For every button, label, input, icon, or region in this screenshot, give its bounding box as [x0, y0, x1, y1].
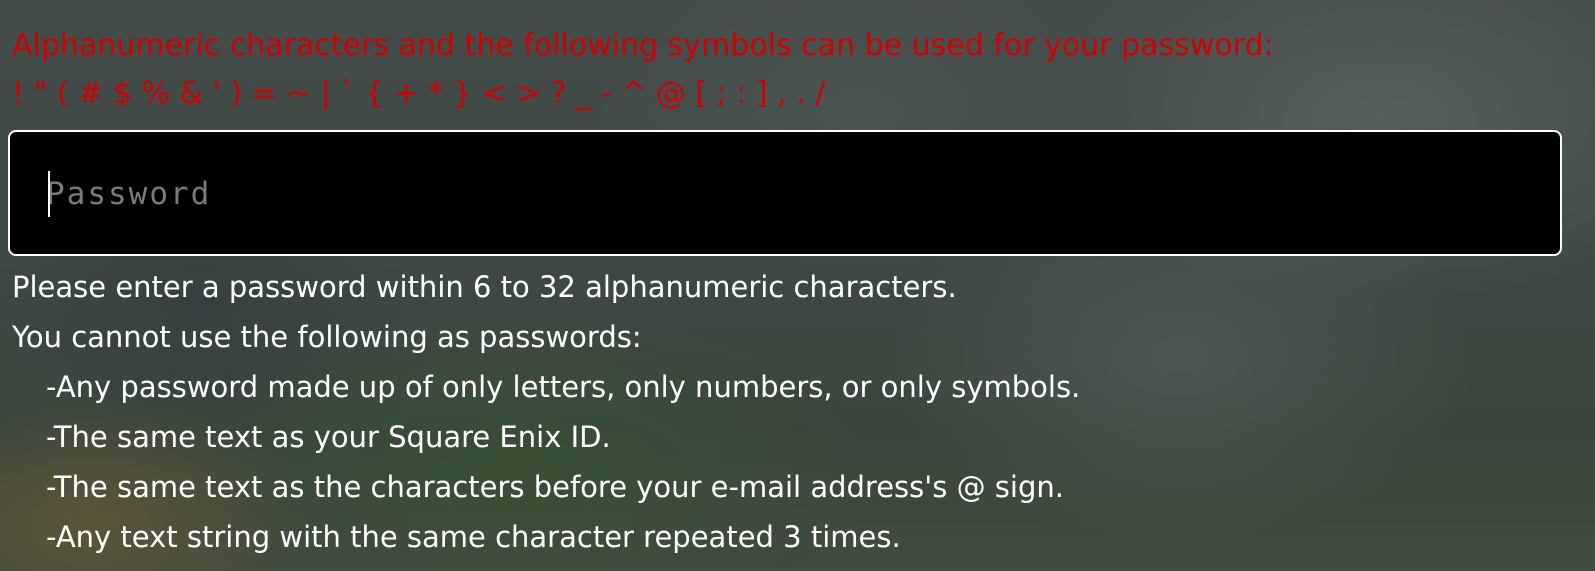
password-form: Alphanumeric characters and the followin… — [0, 0, 1595, 571]
length-requirement: Please enter a password within 6 to 32 a… — [12, 270, 957, 304]
rule-item: -The same text as the characters before … — [46, 470, 1064, 504]
password-field-container[interactable] — [8, 130, 1562, 256]
allowed-characters-notice: Alphanumeric characters and the followin… — [12, 22, 1274, 118]
allowed-characters-text: Alphanumeric characters and the followin… — [12, 28, 1274, 63]
text-cursor — [48, 171, 50, 217]
cannot-use-heading: You cannot use the following as password… — [12, 320, 642, 354]
password-input[interactable] — [46, 168, 1526, 220]
rule-item: -Any password made up of only letters, o… — [46, 370, 1081, 404]
rule-item: -The same text as your Square Enix ID. — [46, 420, 611, 454]
password-rules: Please enter a password within 6 to 32 a… — [12, 262, 1080, 562]
rule-item: -Any text string with the same character… — [46, 520, 901, 554]
allowed-symbols-list: ! " ( # $ % & ' ) = ~ | ` { + * } < > ? … — [12, 76, 826, 111]
